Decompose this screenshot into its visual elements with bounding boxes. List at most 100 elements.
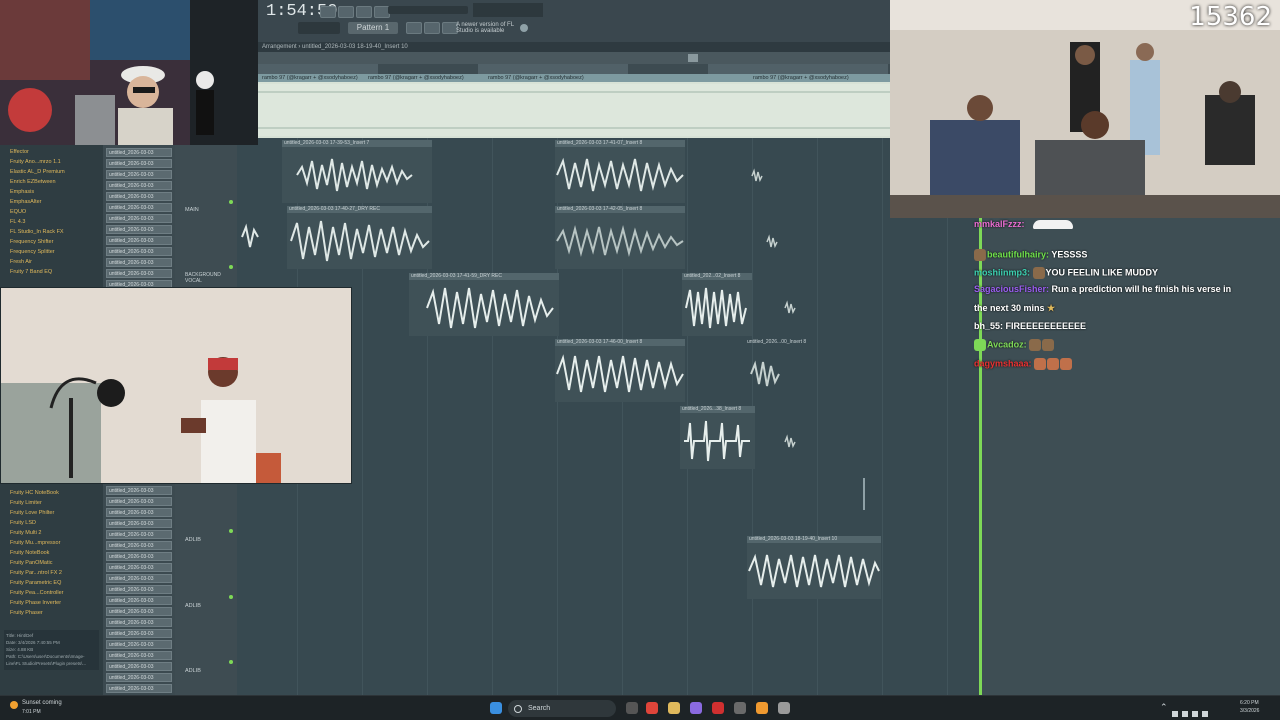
browser-item[interactable]: Fruity Parametric EQ	[10, 580, 61, 586]
track-mute-indicator[interactable]	[229, 595, 233, 599]
browser-item[interactable]: Fruity NoteBook	[10, 550, 49, 556]
mini-clip[interactable]	[750, 168, 764, 184]
track-label-main[interactable]: MAIN	[185, 207, 199, 213]
channel-slot[interactable]: untitled_2026-03-03	[106, 269, 172, 278]
channel-slot[interactable]: untitled_2026-03-03	[106, 596, 172, 605]
chat-username[interactable]: bh_55:	[974, 321, 1003, 331]
browser-item[interactable]: Fruity Mu...mpressor	[10, 540, 60, 546]
browser-item[interactable]: Fruity Par...ntrol FX 2	[10, 570, 62, 576]
channel-slot[interactable]: untitled_2026-03-03	[106, 607, 172, 616]
beat-track[interactable]: rambo 97 (@kragarr + @xsodyhaboez) rambo…	[258, 74, 890, 138]
chat-username[interactable]: mmkalFzzz:	[974, 219, 1025, 229]
channel-slot[interactable]: untitled_2026-03-03	[106, 508, 172, 517]
app-icon[interactable]	[690, 702, 702, 714]
tool-button[interactable]	[406, 22, 422, 34]
track-mute-indicator[interactable]	[229, 529, 233, 533]
chrome-icon[interactable]	[646, 702, 658, 714]
browser-item[interactable]: Fruity Phase Inverter	[10, 600, 61, 606]
browser-item[interactable]: EmphasAlter	[10, 199, 42, 205]
audio-clip[interactable]: untitled_202...02_Insert 8	[682, 273, 752, 336]
browser-item[interactable]: Fruity Phaser	[10, 610, 43, 616]
channel-slot[interactable]: untitled_2026-03-03	[106, 214, 172, 223]
browser-item[interactable]: FL 4.3	[10, 219, 25, 225]
chat-username[interactable]: beautifulhairy:	[987, 249, 1049, 259]
scroll-thumb[interactable]	[688, 54, 698, 62]
snap-selector[interactable]	[298, 22, 340, 34]
channel-slot[interactable]: untitled_2026-03-03	[106, 563, 172, 572]
audio-clip[interactable]: untitled_2026...00_Insert 8	[745, 339, 806, 402]
channel-slot[interactable]: untitled_2026-03-03	[106, 236, 172, 245]
track-mute-indicator[interactable]	[229, 265, 233, 269]
task-view-icon[interactable]	[626, 702, 638, 714]
browser-item[interactable]: Effector	[10, 149, 29, 155]
browser-item[interactable]: Fruity Limiter	[10, 500, 42, 506]
system-tray-icons[interactable]	[1172, 704, 1222, 717]
audio-clip[interactable]: untitled_2026-03-03 17-40-27_DRY REC	[287, 206, 432, 269]
browser-item[interactable]: Fruity Love Philter	[10, 510, 54, 516]
channel-slot[interactable]: untitled_2026-03-03	[106, 684, 172, 693]
channel-slot[interactable]: untitled_2026-03-03	[106, 203, 172, 212]
channel-slot[interactable]: untitled_2026-03-03	[106, 585, 172, 594]
browser-item[interactable]: Emphasis	[10, 189, 34, 195]
browser-item[interactable]: Enrich EZBetween	[10, 179, 56, 185]
channel-slot[interactable]: untitled_2026-03-03	[106, 574, 172, 583]
fl-studio-icon[interactable]	[756, 702, 768, 714]
taskbar-clock[interactable]: 6:20 PM	[1240, 700, 1259, 706]
audio-clip[interactable]: untitled_2026...38_Insert 8	[680, 406, 755, 469]
channel-slot[interactable]: untitled_2026-03-03	[106, 618, 172, 627]
play-button[interactable]	[320, 6, 336, 18]
channel-slot[interactable]: untitled_2026-03-03	[106, 519, 172, 528]
browser-item[interactable]: Fruity HC NoteBook	[10, 490, 59, 496]
mini-clip[interactable]	[783, 300, 797, 316]
timeline-ruler[interactable]	[258, 64, 890, 74]
track-mute-indicator[interactable]	[229, 200, 233, 204]
mini-clip[interactable]	[240, 222, 260, 252]
browser-item[interactable]: Fruity 7 Band EQ	[10, 269, 52, 275]
channel-slot[interactable]: untitled_2026-03-03	[106, 541, 172, 550]
weather-icon[interactable]	[10, 701, 18, 709]
start-icon[interactable]	[490, 702, 502, 714]
browser-item[interactable]: EQUO	[10, 209, 26, 215]
audio-clip[interactable]: untitled_2026-03-03 17-46-00_Insert 8	[555, 339, 685, 402]
channel-slot[interactable]: untitled_2026-03-03	[106, 640, 172, 649]
channel-slot[interactable]: untitled_2026-03-03	[106, 662, 172, 671]
taskbar-search[interactable]: Search	[508, 700, 616, 717]
app-icon[interactable]	[712, 702, 724, 714]
channel-slot[interactable]: untitled_2026-03-03	[106, 486, 172, 495]
channel-slot[interactable]: untitled_2026-03-03	[106, 181, 172, 190]
browser-item[interactable]: Fruity Pea...Controller	[10, 590, 64, 596]
record-button[interactable]	[356, 6, 372, 18]
browser-item[interactable]: Frequency Shifter	[10, 239, 53, 245]
app-icon[interactable]	[734, 702, 746, 714]
master-volume-slider[interactable]	[388, 6, 468, 14]
browser-item[interactable]: Fruity PanOMatic	[10, 560, 52, 566]
browser-item[interactable]: FL Studio_In Rack FX	[10, 229, 64, 235]
pattern-selector[interactable]: Pattern 1	[348, 22, 398, 34]
track-label-adlib[interactable]: ADLIB	[185, 603, 201, 609]
track-mute-indicator[interactable]	[229, 660, 233, 664]
channel-slot[interactable]: untitled_2026-03-03	[106, 159, 172, 168]
channel-slot[interactable]: untitled_2026-03-03	[106, 192, 172, 201]
mini-clip[interactable]	[783, 434, 797, 450]
audio-clip[interactable]: untitled_2026-03-03 17-42-05_Insert 8	[555, 206, 685, 269]
channel-slot[interactable]: untitled_2026-03-03	[106, 651, 172, 660]
channel-slot[interactable]: untitled_2026-03-03	[106, 552, 172, 561]
chat-username[interactable]: dagymshaaa:	[974, 358, 1032, 368]
audio-clip[interactable]: untitled_2026-03-03 17-41-59_DRY REC	[409, 273, 559, 336]
browser-item[interactable]: Fresh Air	[10, 259, 32, 265]
stop-button[interactable]	[338, 6, 354, 18]
audio-clip[interactable]: untitled_2026-03-03 17-41-07_Insert 8	[555, 140, 685, 203]
tray-chevron-icon[interactable]: ⌃	[1160, 702, 1168, 713]
track-label-background-vocal[interactable]: BACKGROUND VOCAL	[185, 272, 237, 284]
channel-slot[interactable]: untitled_2026-03-03	[106, 530, 172, 539]
track-label-adlib[interactable]: ADLIB	[185, 668, 201, 674]
update-notice[interactable]: A newer version of FL Studio is availabl…	[456, 22, 526, 34]
browser-item[interactable]: Fruity Multi 2	[10, 530, 41, 536]
browser-item[interactable]: Fruity Ano...mrzo 1.1	[10, 159, 61, 165]
audio-clip[interactable]: untitled_2026-03-03 17-39-53_Insert 7	[282, 140, 432, 203]
gear-icon[interactable]	[520, 24, 528, 32]
playlist-scrollbar[interactable]	[258, 52, 890, 64]
channel-slot[interactable]: untitled_2026-03-03	[106, 225, 172, 234]
channel-slot[interactable]: untitled_2026-03-03	[106, 673, 172, 682]
browser-item[interactable]: Fruity LSD	[10, 520, 36, 526]
